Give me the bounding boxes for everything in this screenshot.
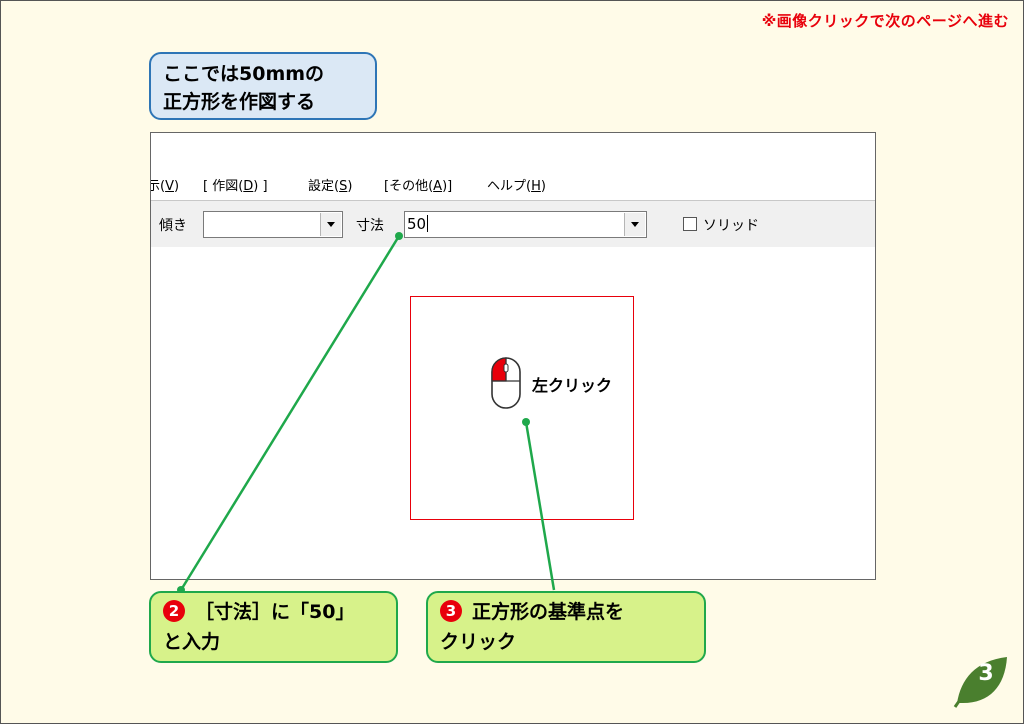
solid-checkbox[interactable] [683, 217, 697, 231]
size-value: 50 [407, 215, 427, 233]
size-label: 寸法 [356, 218, 384, 234]
intro-callout: ここでは50mmの 正方形を作図する [149, 52, 377, 120]
chevron-down-icon[interactable] [624, 213, 645, 236]
angle-combo[interactable] [203, 211, 343, 238]
solid-label: ソリッド [703, 218, 759, 234]
next-page-note: ※画像クリックで次のページへ進む [761, 12, 1009, 30]
step-number-2: 2 [163, 600, 185, 622]
menu-item-settings[interactable]: 設定(S) [308, 175, 352, 194]
slide-page[interactable]: ※画像クリックで次のページへ進む ここでは50mmの 正方形を作図する 示(V)… [0, 0, 1024, 724]
step2-line2: と入力 [163, 631, 221, 653]
angle-label: 傾き [159, 218, 187, 234]
menu-item-other[interactable]: [その他(A)] [384, 175, 452, 194]
left-click-label: 左クリック [532, 376, 613, 395]
menu-item-help[interactable]: ヘルプ(H) [487, 175, 546, 194]
text-caret [427, 215, 429, 232]
step3-callout: 3 正方形の基準点を クリック [426, 591, 706, 663]
step2-callout: 2 ［寸法］に「50」 と入力 [149, 591, 398, 663]
toolbar: 傾き 寸法 50 ソリッド [151, 200, 875, 248]
menu-bar: 示(V) [ 作図(D) ] 設定(S) [その他(A)] ヘルプ(H) [151, 169, 875, 197]
step3-line1: 正方形の基準点を [472, 601, 625, 623]
step-number-3: 3 [440, 600, 462, 622]
drawing-canvas[interactable]: 左クリック [151, 247, 875, 579]
chevron-down-icon[interactable] [320, 213, 341, 236]
step3-line2: クリック [440, 631, 517, 653]
menu-item-view[interactable]: 示(V) [151, 175, 179, 194]
menu-item-draw[interactable]: [ 作図(D) ] [203, 175, 268, 194]
step2-line1: ［寸法］に「50」 [195, 601, 355, 623]
left-click-mouse-icon [491, 357, 521, 409]
size-combo[interactable]: 50 [404, 211, 647, 238]
page-number: 3 [978, 661, 994, 686]
cad-app-window: 示(V) [ 作図(D) ] 設定(S) [その他(A)] ヘルプ(H) 傾き … [150, 132, 876, 580]
